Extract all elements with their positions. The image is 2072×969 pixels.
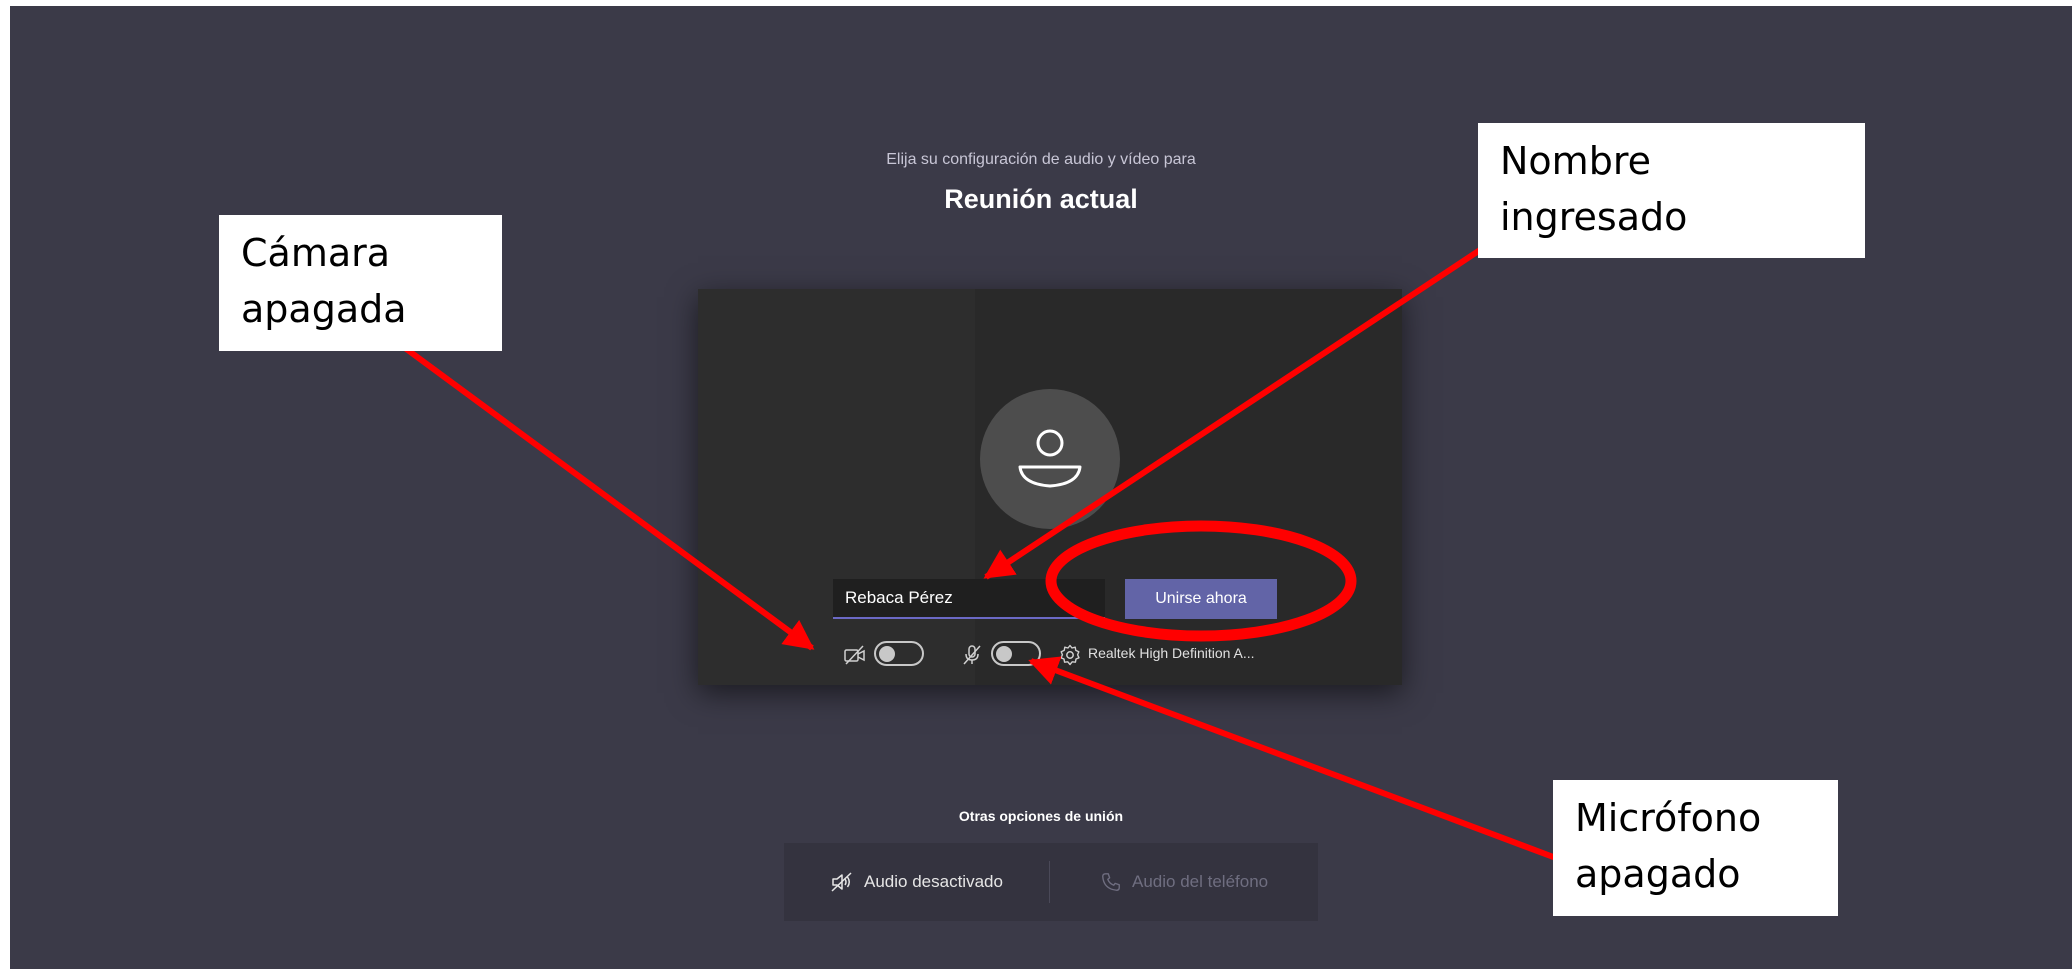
person-icon xyxy=(1018,429,1082,488)
mic-off-icon xyxy=(963,645,981,665)
audio-off-option[interactable]: Audio desactivado xyxy=(830,843,1003,921)
phone-icon xyxy=(1102,873,1120,891)
options-divider xyxy=(1049,861,1050,903)
name-entered-note: Nombre ingresado xyxy=(1478,123,1865,258)
camera-toggle[interactable] xyxy=(874,641,924,666)
mic-toggle-knob xyxy=(996,645,1012,662)
speaker-off-icon xyxy=(831,872,852,892)
camera-toggle-knob xyxy=(879,645,895,662)
preview-shade xyxy=(698,289,975,685)
avatar xyxy=(980,389,1120,529)
phone-audio-option[interactable]: Audio del teléfono xyxy=(1100,843,1268,921)
mic-toggle[interactable] xyxy=(991,641,1041,666)
audio-device-label[interactable]: Realtek High Definition A... xyxy=(1088,645,1255,661)
camera-off-icon xyxy=(844,645,865,665)
other-join-options-panel: Audio desactivado Audio del teléfono xyxy=(784,843,1318,921)
audio-off-label: Audio desactivado xyxy=(864,872,1003,891)
mic-off-note: Micrófono apagado xyxy=(1553,780,1838,916)
device-controls: Realtek High Definition A... xyxy=(698,639,1402,669)
video-preview-panel: Unirse ahora Real xyxy=(698,289,1402,685)
gear-icon[interactable] xyxy=(1058,643,1082,667)
camera-off-note: Cámara apagada xyxy=(219,215,502,351)
phone-audio-label: Audio del teléfono xyxy=(1132,872,1269,891)
join-now-button[interactable]: Unirse ahora xyxy=(1125,579,1277,619)
name-input[interactable] xyxy=(833,579,1105,619)
